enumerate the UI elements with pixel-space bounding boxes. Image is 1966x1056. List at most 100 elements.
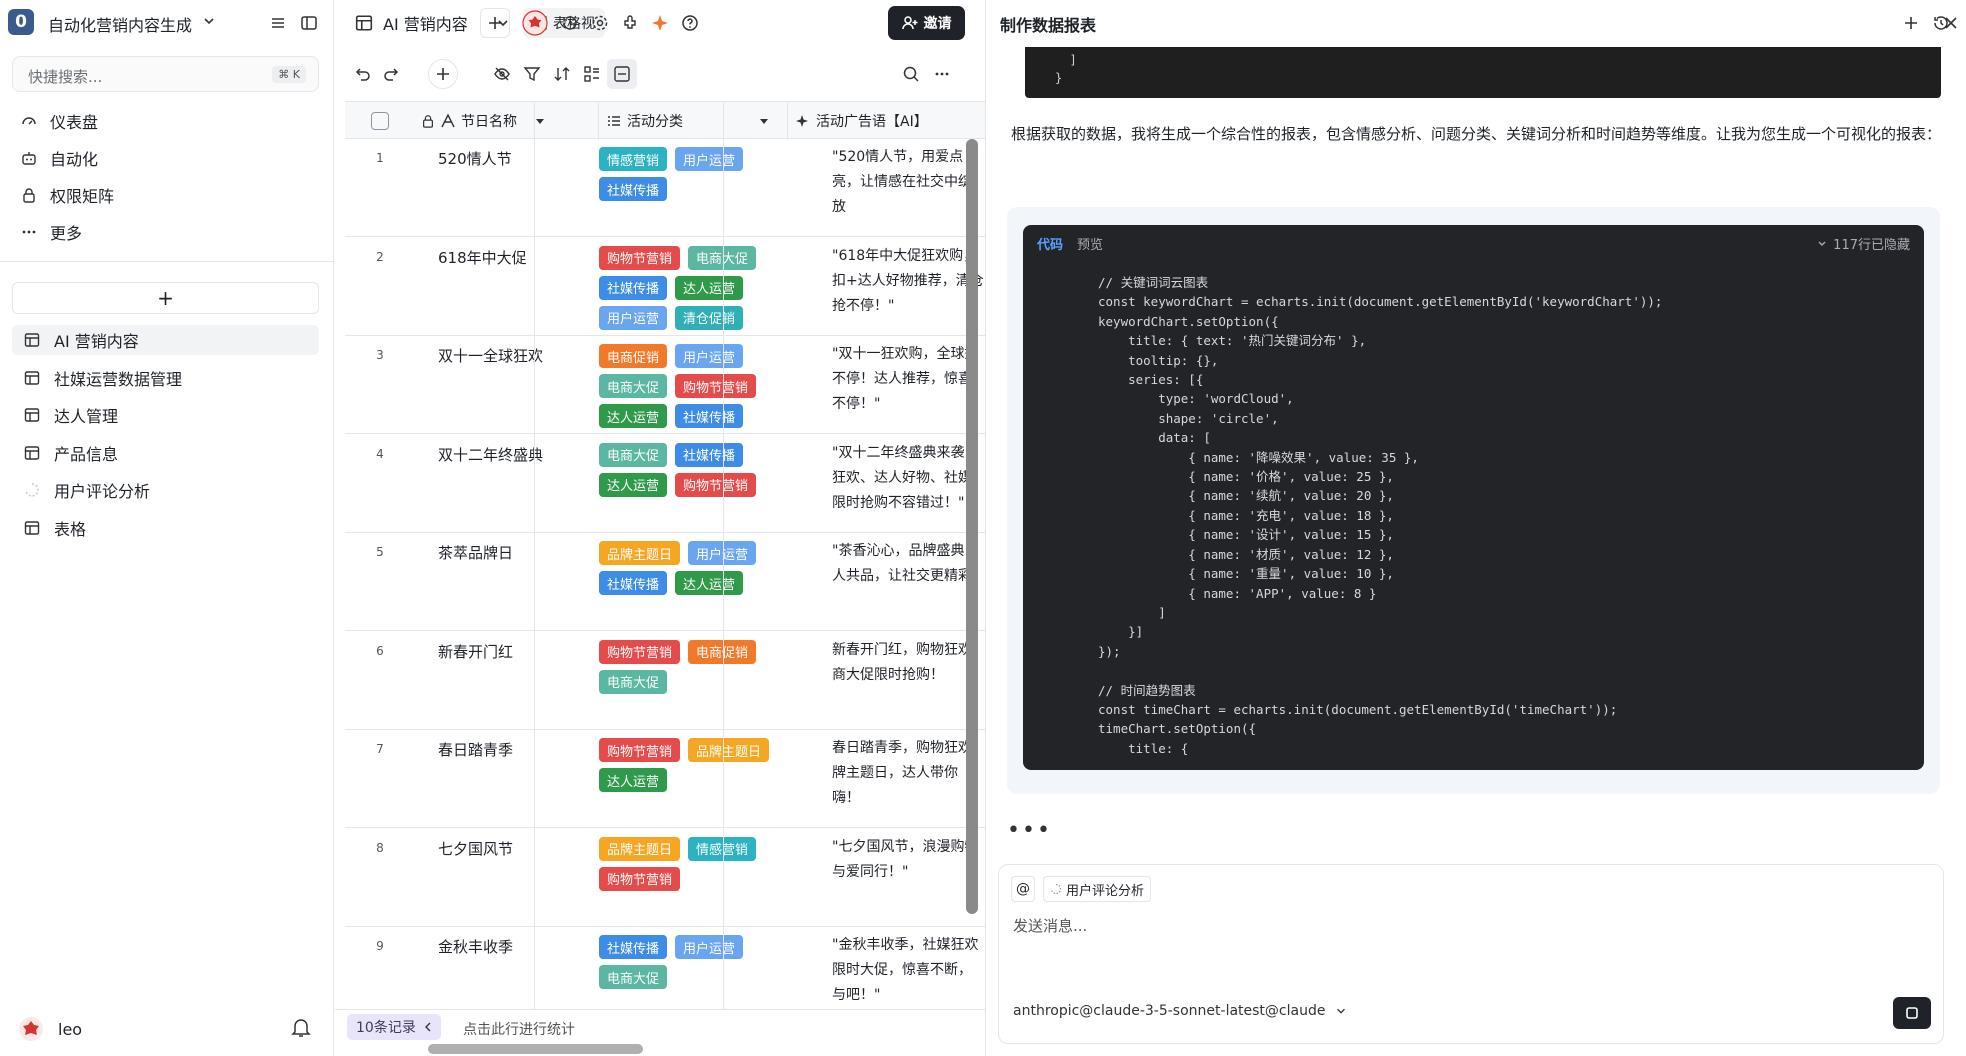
table-row[interactable]: 9 金秋丰收季 社媒传播 用户运营 电商大促 "金秋丰收季，社媒狂欢限时大促，惊喜不断，与… (345, 927, 985, 1009)
caret-down-icon[interactable] (759, 116, 769, 126)
ad-slogan-cell[interactable]: "茶香沁心，品牌盛典！人共品，让社交更精彩 (832, 539, 985, 623)
festival-name-cell[interactable]: 新春开门红 (438, 641, 513, 662)
nav-item-dashboard[interactable]: 仪表盘 (20, 108, 98, 134)
category-cell[interactable]: 电商促销 用户运营 电商大促 购物节营销 达人运营 社媒传播 (599, 344, 779, 428)
table-row[interactable]: 3 双十一全球狂欢 电商促销 用户运营 电商大促 购物节营销 达人运营 社媒传播 "双十一狂欢购… (345, 336, 985, 434)
gear-icon[interactable] (585, 8, 615, 38)
table-row[interactable]: 6 新春开门红 购物节营销电商促销电商大促新春开门红，购物狂欢商大促限时抢购！ (345, 632, 985, 730)
table-icon (24, 407, 40, 423)
tab-preview[interactable]: 预览 (1077, 234, 1103, 253)
workspace-logo[interactable]: 0 (8, 9, 34, 35)
category-cell[interactable]: 品牌主题日用户运营社媒传播达人运营 (599, 541, 779, 595)
hide-fields-icon[interactable] (487, 59, 517, 89)
stat-hint[interactable]: 点击此行进行统计 (463, 1019, 575, 1039)
festival-name-cell[interactable]: 双十二年终盛典 (438, 444, 543, 465)
table-toolbar (335, 56, 985, 92)
sparkle-icon[interactable] (645, 8, 675, 38)
model-selector[interactable]: anthropic@claude-3-5-sonnet-latest@claud… (1013, 1003, 1347, 1019)
ad-slogan-cell[interactable]: 新春开门红，购物狂欢商大促限时抢购！ (832, 638, 985, 722)
filter-icon[interactable] (517, 59, 547, 89)
ad-slogan-cell[interactable]: "双十二年终盛典来袭！狂欢、达人好物、社媒限时抢购不容错过！" (832, 441, 985, 525)
close-icon[interactable] (1939, 11, 1963, 35)
sidebar-table-influencers[interactable]: 达人管理 (12, 400, 319, 430)
help-icon[interactable] (675, 8, 705, 38)
undo-icon[interactable] (347, 59, 377, 89)
ad-slogan-cell[interactable]: 春日踏青季，购物狂欢牌主题日，达人带你嗨！ (832, 736, 985, 820)
bell-icon[interactable] (290, 1016, 312, 1038)
category-cell[interactable]: 社媒传播 用户运营 电商大促 (599, 935, 779, 989)
vertical-scrollbar[interactable] (966, 139, 978, 914)
festival-name-cell[interactable]: 七夕国风节 (438, 838, 513, 859)
plugin-icon[interactable] (615, 8, 645, 38)
table-row[interactable]: 7 春日踏青季 购物节营销 品牌主题日 达人运营 春日踏青季，购物狂欢牌主题日，达人带你嗨… (345, 730, 985, 828)
invite-button[interactable]: 邀请 (888, 6, 965, 40)
hidden-lines-toggle[interactable]: 117行已隐藏 (1817, 234, 1910, 253)
caret-down-icon[interactable] (535, 116, 545, 126)
list-icon[interactable] (266, 11, 290, 35)
group-icon[interactable] (577, 59, 607, 89)
category-cell[interactable]: 购物节营销电商促销电商大促 (599, 639, 779, 694)
sidebar-table-social-data[interactable]: 社媒运营数据管理 (12, 363, 319, 393)
sidebar-toggle-icon[interactable] (297, 11, 321, 35)
search-icon[interactable] (896, 59, 926, 89)
ad-slogan-cell[interactable]: "618年中大促狂欢购，扣+达人好物推荐，清仓抢不停！" (832, 244, 985, 328)
festival-name-cell[interactable]: 618年中大促 (438, 247, 527, 268)
ad-slogan-cell[interactable]: "双十一狂欢购，全球好不停！达人推荐，惊喜不停！" (832, 342, 985, 426)
festival-name-cell[interactable]: 茶萃品牌日 (438, 542, 513, 563)
redo-icon[interactable] (377, 59, 407, 89)
add-table-button[interactable]: + (12, 282, 319, 314)
panel-title: 制作数据报表 (1000, 16, 1097, 35)
column-header-ad[interactable]: 活动广告语【AI】 (788, 102, 985, 140)
select-all-checkbox[interactable] (345, 102, 415, 140)
table-label: 达人管理 (54, 407, 119, 426)
ad-slogan-cell[interactable]: "金秋丰收季，社媒狂欢限时大促，惊喜不断，与吧！" (832, 933, 985, 1009)
sidebar-table-products[interactable]: 产品信息 (12, 438, 319, 468)
nav-item-more[interactable]: 更多 (20, 219, 82, 245)
history-icon[interactable] (555, 8, 585, 38)
sidebar-table-sheet[interactable]: 表格 (12, 513, 319, 543)
festival-name-cell[interactable]: 520情人节 (438, 148, 512, 169)
category-tag: 社媒传播 (599, 571, 668, 595)
tab-code[interactable]: 代码 (1037, 234, 1063, 253)
table-row[interactable]: 2 618年中大促 购物节营销电商大促社媒传播达人运营用户运营清仓促销 "618年中大… (345, 238, 985, 336)
category-tag: 购物节营销 (599, 639, 681, 664)
table-row[interactable]: 8 七夕国风节 品牌主题日情感营销购物节营销 "七夕国风节，浪漫购物与爱同行！" (345, 829, 985, 927)
table-row[interactable]: 5 茶萃品牌日 品牌主题日用户运营社媒传播达人运营 "茶香沁心，品牌盛典！人共品，让社… (345, 533, 985, 631)
row-height-icon[interactable] (607, 59, 637, 89)
chevron-down-icon[interactable] (202, 14, 216, 28)
category-cell[interactable]: 购物节营销电商大促社媒传播达人运营用户运营清仓促销 (599, 245, 779, 330)
festival-name-cell[interactable]: 金秋丰收季 (438, 936, 513, 957)
message-input[interactable]: 发送消息... (1013, 915, 1087, 936)
stop-button[interactable] (1893, 997, 1931, 1029)
table-row[interactable]: 1 520情人节 情感营销 用户运营 社媒传播 "520情人节，用爱点亮，让情感在社交中绽… (345, 139, 985, 237)
add-view-button[interactable] (480, 8, 510, 38)
category-cell[interactable]: 情感营销 用户运营 社媒传播 (599, 147, 779, 201)
category-cell[interactable]: 购物节营销 品牌主题日 达人运营 (599, 738, 779, 792)
festival-name-cell[interactable]: 春日踏青季 (438, 739, 513, 760)
sidebar-table-ai-marketing[interactable]: AI 营销内容 (12, 325, 319, 355)
column-header-name[interactable]: 节日名称 (415, 102, 599, 140)
new-chat-icon[interactable] (1899, 11, 1923, 35)
nav-item-permissions[interactable]: 权限矩阵 (20, 182, 114, 208)
category-cell[interactable]: 品牌主题日情感营销购物节营销 (599, 836, 779, 891)
add-record-button[interactable] (428, 59, 458, 89)
more-icon[interactable] (927, 59, 957, 89)
ad-slogan-cell[interactable]: "520情人节，用爱点亮，让情感在社交中绽放 (832, 145, 985, 229)
mention-button[interactable]: @ (1011, 876, 1035, 902)
sidebar-table-reviews[interactable]: 用户评论分析 (12, 475, 319, 505)
table-label: 表格 (54, 520, 87, 539)
festival-name-cell[interactable]: 双十一全球狂欢 (438, 345, 543, 366)
column-header-category[interactable]: 活动分类 (599, 102, 788, 140)
category-cell[interactable]: 电商大促 社媒传播 达人运营 购物节营销 (599, 442, 779, 497)
nav-item-automation[interactable]: 自动化 (20, 145, 98, 171)
horizontal-scrollbar[interactable] (428, 1044, 643, 1054)
ad-slogan-cell[interactable]: "七夕国风节，浪漫购物与爱同行！" (832, 835, 985, 919)
user-profile[interactable]: leo (18, 1016, 82, 1042)
context-chip[interactable]: 用户评论分析 (1043, 876, 1152, 902)
record-count-badge[interactable]: 10条记录 (347, 1014, 441, 1040)
table-row[interactable]: 4 双十二年终盛典 电商大促 社媒传播 达人运营 购物节营销 "双十二年终盛典来袭！狂欢、达… (345, 435, 985, 533)
quick-search-input[interactable]: 快捷搜索... ⌘ K (12, 56, 319, 92)
workspace-name[interactable]: 自动化营销内容生成 (48, 12, 192, 36)
sort-icon[interactable] (547, 59, 577, 89)
logo-icon[interactable] (520, 8, 550, 38)
